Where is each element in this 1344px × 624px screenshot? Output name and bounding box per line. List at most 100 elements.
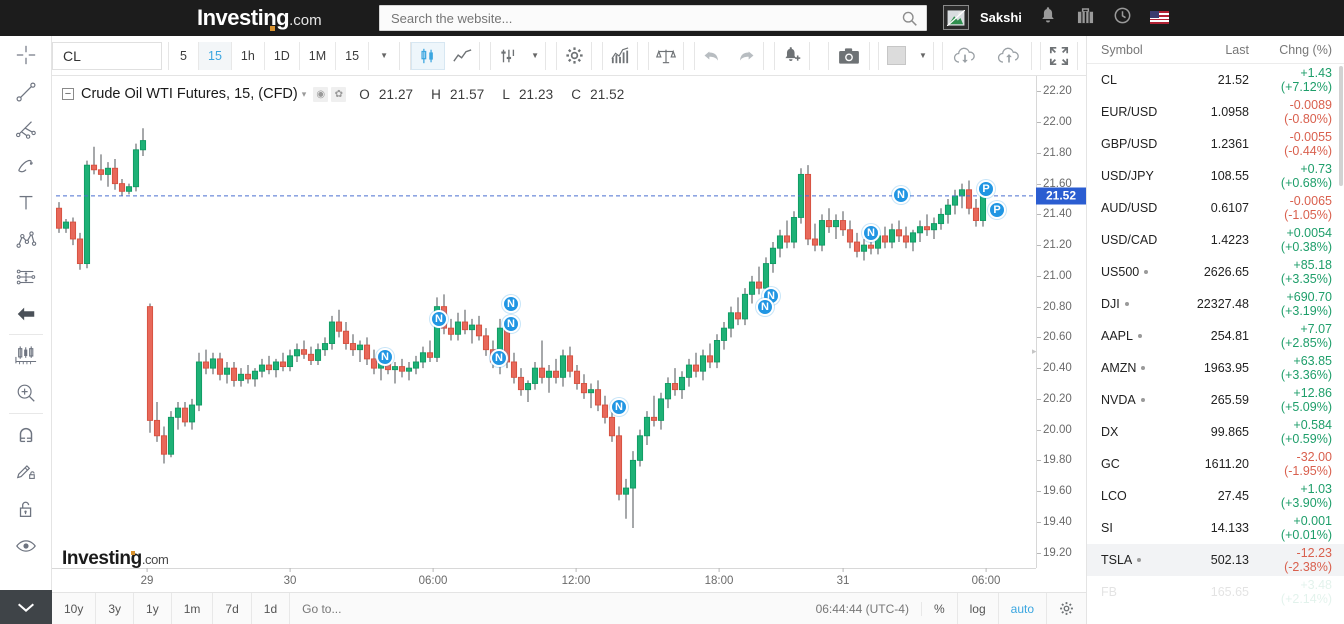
drawing-mode-icon[interactable] — [0, 453, 52, 490]
crosshair-icon[interactable] — [0, 36, 52, 73]
chevron-down-icon[interactable]: ▾ — [302, 89, 307, 100]
range-1d[interactable]: 1d — [252, 593, 290, 624]
news-marker[interactable]: N — [756, 298, 774, 316]
legend-collapse-toggle[interactable]: − — [62, 88, 74, 100]
camera-snapshot-icon[interactable] — [829, 42, 869, 70]
compare-button[interactable] — [648, 42, 684, 70]
watchlist-row[interactable]: GBP/USD1.2361-0.0055 (-0.44%) — [1087, 128, 1344, 160]
interval-1h[interactable]: 1h — [232, 42, 265, 70]
news-marker[interactable]: N — [430, 310, 448, 328]
range-1m[interactable]: 1m — [172, 593, 214, 624]
watchlist-row[interactable]: LCO27.45+1.03 (+3.90%) — [1087, 480, 1344, 512]
watchlist-row[interactable]: NVDA265.59+12.86 (+5.09%) — [1087, 384, 1344, 416]
watchlist-row[interactable]: CL21.52+1.43 (+7.12%) — [1087, 64, 1344, 96]
chart-title[interactable]: Crude Oil WTI Futures, 15, (CFD) — [81, 86, 298, 102]
symbol-selector[interactable]: CL — [52, 42, 162, 70]
fib-fork-icon[interactable] — [0, 110, 52, 147]
avatar[interactable] — [943, 5, 969, 30]
username-label[interactable]: Sakshi — [980, 10, 1022, 25]
visibility-icon[interactable]: ◉ — [313, 87, 328, 102]
news-marker[interactable]: N — [490, 349, 508, 367]
text-tool-icon[interactable] — [0, 184, 52, 221]
range-7d[interactable]: 7d — [213, 593, 251, 624]
interval-1d[interactable]: 1D — [265, 42, 300, 70]
watchlist-row[interactable]: AAPL254.81+7.07 (+2.85%) — [1087, 320, 1344, 352]
briefcase-icon[interactable] — [1077, 7, 1094, 25]
fullscreen-icon[interactable] — [1041, 42, 1077, 70]
chart-settings-gear-icon[interactable] — [1047, 593, 1086, 624]
watchlist-row[interactable]: AUD/USD0.6107-0.0065 (-1.05%) — [1087, 192, 1344, 224]
line-chart-icon[interactable] — [445, 42, 479, 70]
range-10y[interactable]: 10y — [52, 593, 96, 624]
search-box[interactable] — [379, 5, 927, 31]
undo-icon[interactable] — [695, 42, 729, 70]
long-position-icon[interactable] — [0, 258, 52, 295]
interval-5[interactable]: 5 — [169, 42, 199, 70]
news-marker[interactable]: N — [892, 186, 910, 204]
watchlist-panel[interactable]: Symbol Last Chng (%) CL21.52+1.43 (+7.12… — [1086, 36, 1344, 624]
news-marker[interactable]: N — [376, 348, 394, 366]
brush-icon[interactable] — [0, 147, 52, 184]
interval-dropdown-icon[interactable]: ▼ — [369, 42, 399, 70]
magnet-icon[interactable] — [0, 416, 52, 453]
post-marker[interactable]: P — [988, 201, 1006, 219]
news-marker[interactable]: N — [502, 315, 520, 333]
watchlist-row[interactable]: TSLA502.13-12.23 (-2.38%) — [1087, 544, 1344, 576]
trend-line-icon[interactable] — [0, 73, 52, 110]
percent-scale-button[interactable]: % — [922, 593, 958, 624]
cloud-download-icon[interactable] — [943, 42, 987, 70]
news-marker[interactable]: N — [610, 398, 628, 416]
watchlist-row[interactable]: AMZN1963.95+63.85 (+3.36%) — [1087, 352, 1344, 384]
price-axis[interactable]: 22.2022.0021.8021.6021.4021.2021.0020.80… — [1036, 76, 1086, 568]
compare-scales-icon[interactable] — [649, 42, 683, 70]
watchlist-row[interactable]: USD/CAD1.4223+0.0054 (+0.38%) — [1087, 224, 1344, 256]
search-input[interactable] — [389, 10, 889, 27]
news-marker[interactable]: N — [862, 224, 880, 242]
indicators-dropdown-icon[interactable]: ▼ — [525, 42, 545, 70]
header-change[interactable]: Chng (%) — [1249, 43, 1332, 57]
range-3y[interactable]: 3y — [96, 593, 134, 624]
lock-icon[interactable] — [0, 490, 52, 527]
pattern-tool-icon[interactable] — [0, 221, 52, 258]
investing-logo[interactable]: Investing.com — [197, 4, 322, 35]
time-axis[interactable]: 293006:0012:0018:003106:00 — [52, 568, 1036, 592]
watchlist-row[interactable]: DX99.865+0.584 (+0.59%) — [1087, 416, 1344, 448]
settings-gear-icon[interactable] — [557, 42, 591, 70]
arrow-left-icon[interactable] — [0, 295, 52, 332]
post-marker[interactable]: P — [977, 180, 995, 198]
layout-dropdown-icon[interactable]: ▼ — [913, 42, 933, 70]
candle-pattern-icon[interactable] — [0, 337, 52, 374]
watchlist-row[interactable]: EUR/USD1.0958-0.0089 (-0.80%) — [1087, 96, 1344, 128]
watchlist-row-partial[interactable]: FB165.65+3.48 (+2.14%) — [1087, 576, 1344, 608]
layout-color-swatch[interactable] — [879, 42, 913, 70]
chart-indicators-icon[interactable] — [603, 42, 637, 70]
indicators-icon[interactable] — [491, 42, 525, 70]
clock-icon[interactable] — [1114, 7, 1131, 24]
watchlist-row[interactable]: USD/JPY108.55+0.73 (+0.68%) — [1087, 160, 1344, 192]
price-plot[interactable] — [56, 76, 1036, 568]
settings-gear-button[interactable] — [556, 42, 592, 70]
range-1y[interactable]: 1y — [134, 593, 172, 624]
redo-icon[interactable] — [729, 42, 763, 70]
news-marker[interactable]: N — [502, 295, 520, 313]
chart-indicators-button[interactable] — [602, 42, 638, 70]
candlestick-icon[interactable] — [411, 42, 445, 70]
fullscreen-button[interactable] — [1040, 42, 1078, 70]
watchlist-row[interactable]: SI14.133+0.001 (+0.01%) — [1087, 512, 1344, 544]
header-last[interactable]: Last — [1187, 43, 1249, 57]
watchlist-row[interactable]: DJI22327.48+690.70 (+3.19%) — [1087, 288, 1344, 320]
log-scale-button[interactable]: log — [958, 593, 999, 624]
chart-canvas-area[interactable]: − Crude Oil WTI Futures, 15, (CFD) ▾ ◉ ✿… — [52, 76, 1086, 592]
zoom-in-icon[interactable] — [0, 374, 52, 411]
interval-15[interactable]: 15 — [199, 42, 232, 70]
interval-1m[interactable]: 1M — [300, 42, 336, 70]
us-flag-icon[interactable] — [1150, 11, 1169, 24]
chevron-down-icon[interactable] — [0, 590, 52, 624]
add-alert-icon[interactable] — [775, 42, 809, 70]
series-settings-icon[interactable]: ✿ — [331, 87, 346, 102]
auto-scale-button[interactable]: auto — [999, 593, 1047, 624]
watchlist-row[interactable]: GC1611.20-32.00 (-1.95%) — [1087, 448, 1344, 480]
snapshot-button[interactable] — [828, 42, 870, 70]
cloud-upload-icon[interactable] — [987, 42, 1031, 70]
hide-drawings-icon[interactable] — [0, 527, 52, 564]
